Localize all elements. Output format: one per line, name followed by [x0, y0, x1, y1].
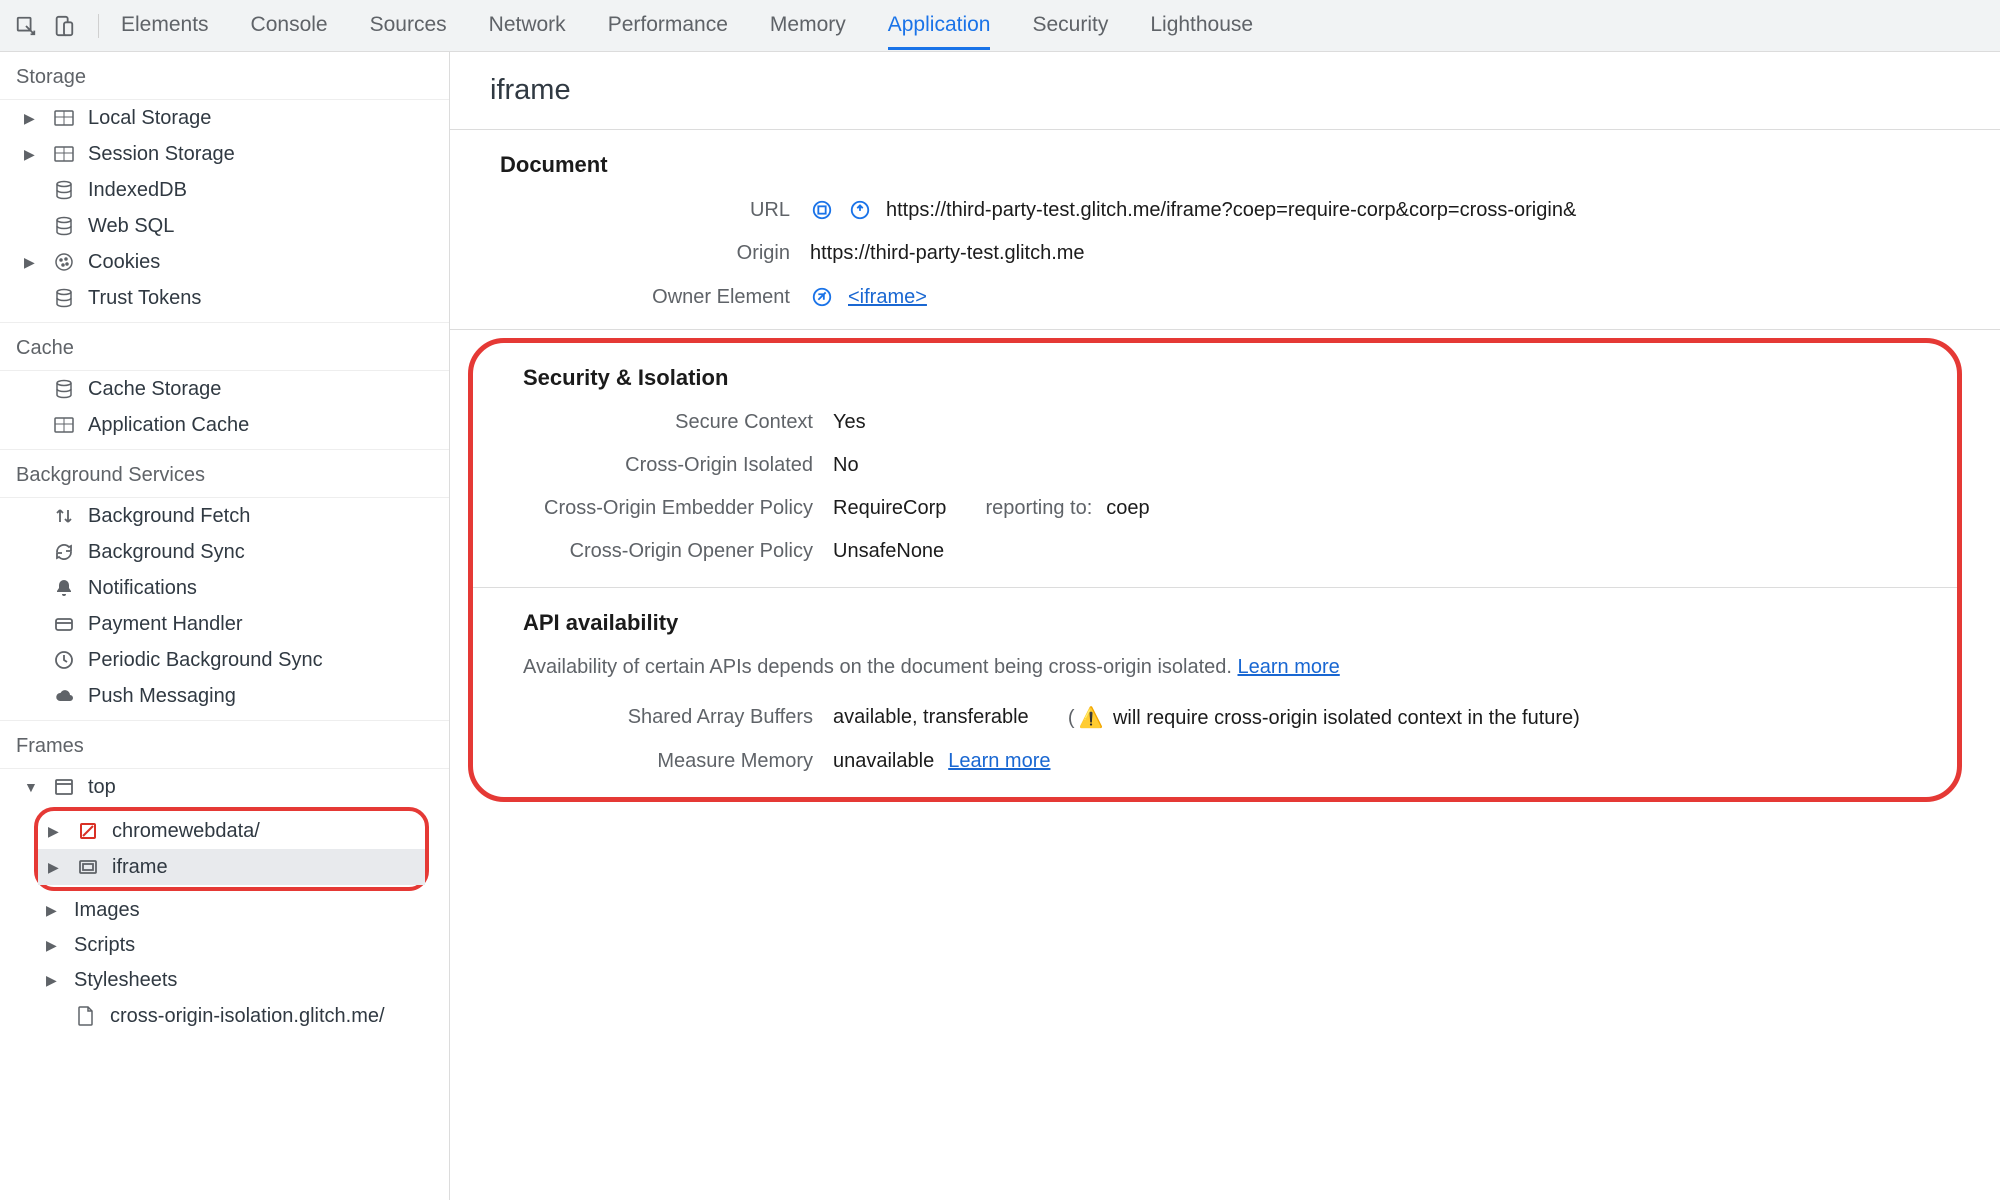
- value-coep: RequireCorp: [833, 497, 946, 520]
- sidebar-item-indexeddb[interactable]: IndexedDB: [0, 172, 449, 208]
- sidebar-item-cache-storage[interactable]: Cache Storage: [0, 371, 449, 407]
- devtools-toolbar: Elements Console Sources Network Perform…: [0, 0, 2000, 52]
- tab-memory[interactable]: Memory: [770, 1, 846, 50]
- label-secure-context: Secure Context: [513, 411, 813, 434]
- section-document-heading: Document: [450, 130, 2000, 188]
- blocked-icon: [76, 819, 100, 843]
- card-icon: [52, 612, 76, 636]
- table-icon: [52, 142, 76, 166]
- section-security-heading: Security & Isolation: [473, 343, 1957, 401]
- cloud-icon: [52, 684, 76, 708]
- clipboard-icon[interactable]: [810, 198, 834, 222]
- tab-application[interactable]: Application: [888, 1, 991, 50]
- link-learn-more-memory[interactable]: Learn more: [948, 750, 1050, 773]
- tab-console[interactable]: Console: [251, 1, 328, 50]
- label-origin: Origin: [490, 242, 790, 265]
- security-annotation-box: Security & Isolation Secure Context Yes C…: [468, 338, 1962, 802]
- link-owner-element[interactable]: <iframe>: [848, 286, 927, 309]
- sidebar-item-notifications[interactable]: Notifications: [0, 570, 449, 606]
- db-icon: [52, 286, 76, 310]
- sync-icon: [52, 540, 76, 564]
- label-coep: Cross-Origin Embedder Policy: [513, 497, 813, 520]
- inspect-icon[interactable]: [14, 14, 38, 38]
- sidebar-item-scripts[interactable]: ▶Scripts: [0, 928, 449, 963]
- value-secure-context: Yes: [833, 411, 866, 434]
- frame-icon: [76, 855, 100, 879]
- db-icon: [52, 178, 76, 202]
- sidebar-item-payment-handler[interactable]: Payment Handler: [0, 606, 449, 642]
- label-url: URL: [490, 199, 790, 222]
- clock-icon: [52, 648, 76, 672]
- sidebar-item-application-cache[interactable]: Application Cache: [0, 407, 449, 443]
- tab-lighthouse[interactable]: Lighthouse: [1150, 1, 1253, 50]
- sidebar-item-local-storage[interactable]: ▶Local Storage: [0, 100, 449, 136]
- bell-icon: [52, 576, 76, 600]
- value-reporting-to: coep: [1106, 497, 1149, 520]
- db-icon: [52, 214, 76, 238]
- sidebar-item-stylesheets[interactable]: ▶Stylesheets: [0, 963, 449, 998]
- sidebar-item-bg-sync[interactable]: Background Sync: [0, 534, 449, 570]
- sidebar-item-bg-fetch[interactable]: Background Fetch: [0, 498, 449, 534]
- label-measure-memory: Measure Memory: [513, 750, 813, 773]
- db-icon: [52, 377, 76, 401]
- sab-warning-text: will require cross-origin isolated conte…: [1113, 707, 1580, 729]
- frame-highlight-annotation: ▶chromewebdata/ ▶iframe: [34, 807, 429, 891]
- panel-title: iframe: [450, 52, 2000, 130]
- window-icon: [52, 775, 76, 799]
- group-storage: Storage: [0, 52, 449, 100]
- reveal-network-icon[interactable]: [848, 198, 872, 222]
- tab-security[interactable]: Security: [1032, 1, 1108, 50]
- application-sidebar: Storage ▶Local Storage ▶Session Storage …: [0, 52, 450, 1200]
- tab-network[interactable]: Network: [489, 1, 566, 50]
- sidebar-item-frame-resource[interactable]: cross-origin-isolation.glitch.me/: [0, 998, 449, 1034]
- sidebar-item-websql[interactable]: Web SQL: [0, 208, 449, 244]
- label-shared-array-buffers: Shared Array Buffers: [513, 706, 813, 729]
- sidebar-item-iframe[interactable]: ▶iframe: [38, 849, 425, 885]
- element-link-icon[interactable]: [810, 285, 834, 309]
- sidebar-item-push-messaging[interactable]: Push Messaging: [0, 678, 449, 714]
- label-owner-element: Owner Element: [490, 286, 790, 309]
- label-coop: Cross-Origin Opener Policy: [513, 540, 813, 563]
- value-measure-memory: unavailable: [833, 750, 934, 773]
- warning-icon: ⚠️: [1078, 707, 1103, 729]
- label-reporting-to: reporting to:: [986, 497, 1093, 520]
- tab-sources[interactable]: Sources: [370, 1, 447, 50]
- sidebar-item-session-storage[interactable]: ▶Session Storage: [0, 136, 449, 172]
- value-url: https://third-party-test.glitch.me/ifram…: [886, 199, 1576, 222]
- section-api-heading: API availability: [473, 588, 1957, 646]
- frame-details-panel: iframe Document URL https://third-party-…: [450, 52, 2000, 1200]
- devtools-tabs: Elements Console Sources Network Perform…: [121, 1, 1253, 50]
- link-learn-more-api[interactable]: Learn more: [1238, 656, 1340, 678]
- sidebar-item-chromewebdata[interactable]: ▶chromewebdata/: [38, 813, 425, 849]
- group-cache: Cache: [0, 323, 449, 371]
- tab-elements[interactable]: Elements: [121, 1, 209, 50]
- file-icon: [74, 1004, 98, 1028]
- cookie-icon: [52, 250, 76, 274]
- tab-performance[interactable]: Performance: [608, 1, 728, 50]
- group-bg-services: Background Services: [0, 450, 449, 498]
- api-note: Availability of certain APIs depends on …: [473, 646, 1957, 695]
- sidebar-item-images[interactable]: ▶Images: [0, 893, 449, 928]
- value-origin: https://third-party-test.glitch.me: [810, 242, 1085, 265]
- value-cross-origin-isolated: No: [833, 454, 859, 477]
- value-shared-array-buffers: available, transferable: [833, 706, 1029, 729]
- table-icon: [52, 413, 76, 437]
- sidebar-item-frame-top[interactable]: ▼top: [0, 769, 449, 805]
- sidebar-item-periodic-sync[interactable]: Periodic Background Sync: [0, 642, 449, 678]
- table-icon: [52, 106, 76, 130]
- label-cross-origin-isolated: Cross-Origin Isolated: [513, 454, 813, 477]
- device-toggle-icon[interactable]: [52, 14, 76, 38]
- updown-icon: [52, 504, 76, 528]
- sidebar-item-cookies[interactable]: ▶Cookies: [0, 244, 449, 280]
- sidebar-item-trust-tokens[interactable]: Trust Tokens: [0, 280, 449, 316]
- value-coop: UnsafeNone: [833, 540, 944, 563]
- group-frames: Frames: [0, 721, 449, 769]
